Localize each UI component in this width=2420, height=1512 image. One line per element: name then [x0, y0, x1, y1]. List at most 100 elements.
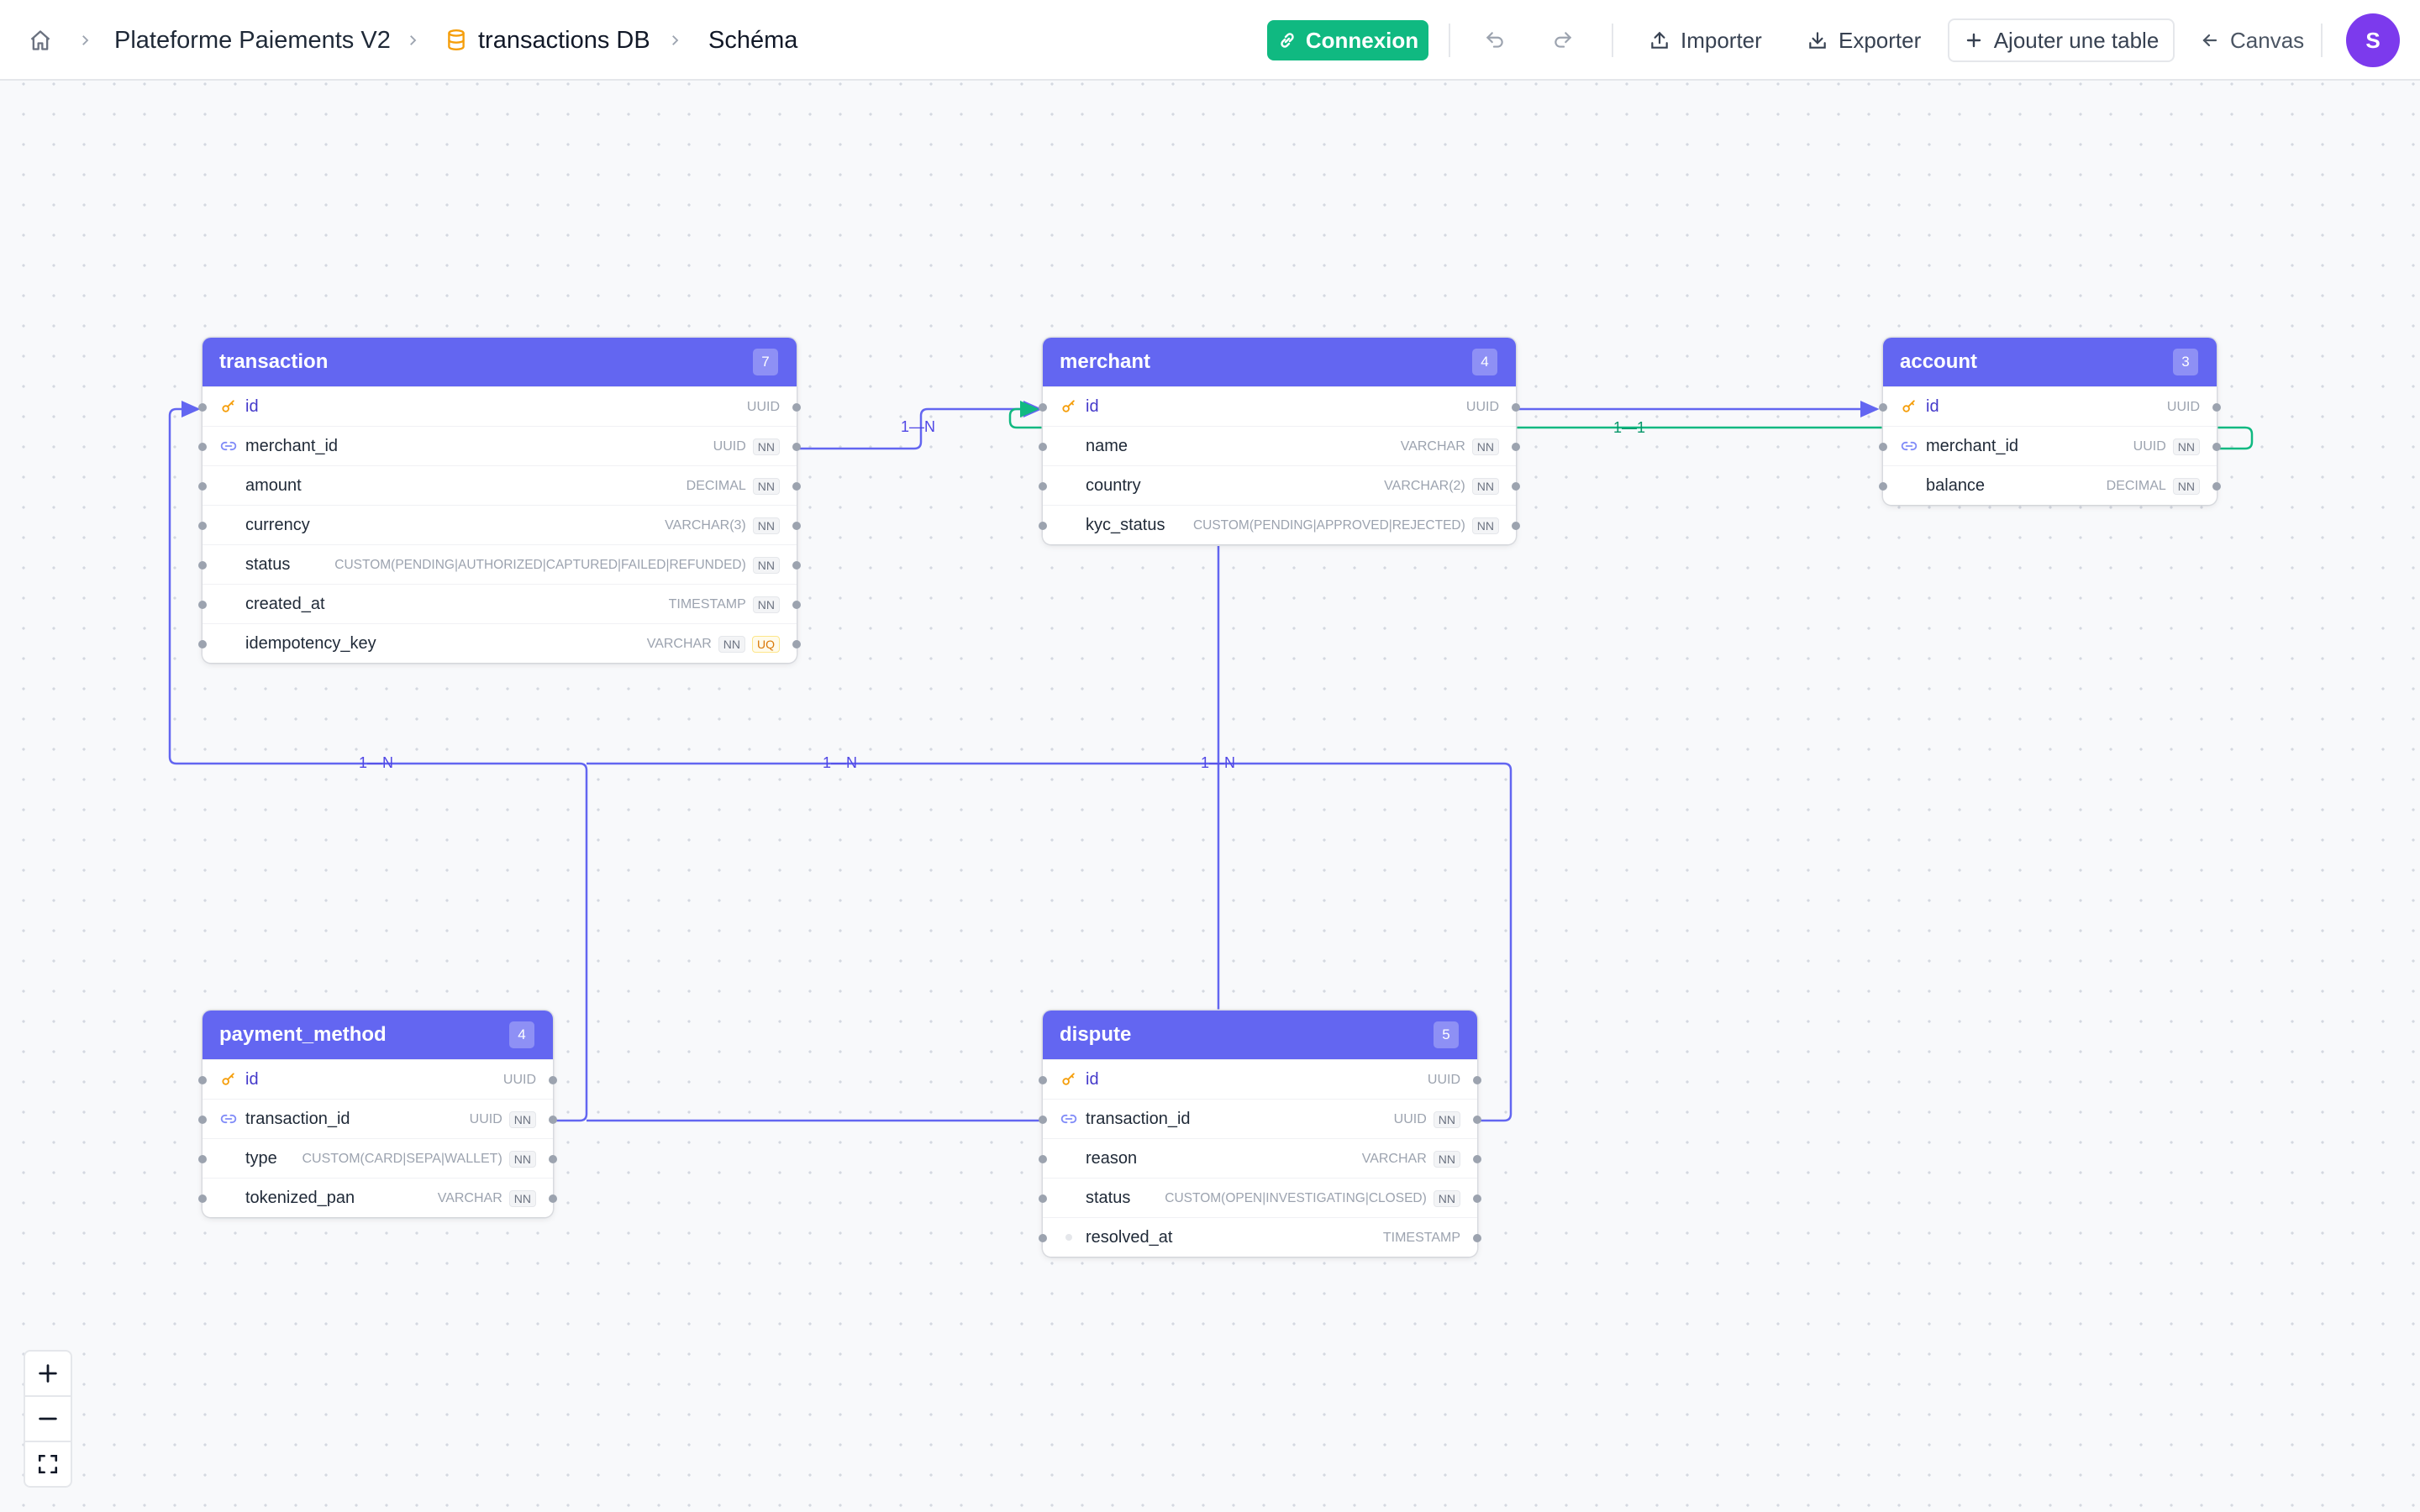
connection-port[interactable]	[1039, 1076, 1047, 1084]
connection-port[interactable]	[549, 1076, 557, 1084]
connection-port[interactable]	[792, 403, 801, 412]
table-merchant[interactable]: merchant 4 id UUID name VARCHAR NN countr…	[1039, 338, 1520, 544]
connection-port[interactable]	[1039, 1116, 1047, 1124]
table-row[interactable]: created_at TIMESTAMP NN	[198, 584, 801, 623]
connection-port[interactable]	[549, 1194, 557, 1203]
connection-port[interactable]	[1512, 403, 1520, 412]
connection-port[interactable]	[198, 640, 207, 648]
connection-port[interactable]	[1039, 403, 1047, 412]
connection-port[interactable]	[1039, 522, 1047, 530]
table-row[interactable]: type CUSTOM(CARD|SEPA|WALLET) NN	[198, 1138, 557, 1178]
column-count-badge: 3	[2173, 349, 2198, 375]
connection-port[interactable]	[198, 443, 207, 451]
table-row[interactable]: status CUSTOM(OPEN|INVESTIGATING|CLOSED)…	[1039, 1178, 1481, 1217]
connection-port[interactable]	[1879, 482, 1887, 491]
column-name: tokenized_pan	[245, 1189, 355, 1207]
minus-icon[interactable]	[25, 1395, 71, 1441]
connection-port[interactable]	[792, 522, 801, 530]
connection-port[interactable]	[1879, 403, 1887, 412]
connection-port[interactable]	[549, 1155, 557, 1163]
connection-port[interactable]	[1473, 1076, 1481, 1084]
connection-port[interactable]	[1039, 1155, 1047, 1163]
connection-port[interactable]	[792, 561, 801, 570]
connection-port[interactable]	[792, 601, 801, 609]
table-row[interactable]: merchant_id UUID NN	[198, 426, 801, 465]
connection-port[interactable]	[1039, 1194, 1047, 1203]
table-row[interactable]: reason VARCHAR NN	[1039, 1138, 1481, 1178]
connection-port[interactable]	[198, 522, 207, 530]
connection-port[interactable]	[1039, 1234, 1047, 1242]
fit-view-icon[interactable]	[25, 1441, 71, 1486]
table-row[interactable]: transaction_id UUID NN	[198, 1099, 557, 1138]
key-icon	[1900, 397, 1918, 416]
table-header[interactable]: transaction 7	[203, 338, 797, 386]
connection-port[interactable]	[549, 1116, 557, 1124]
table-row[interactable]: amount DECIMAL NN	[198, 465, 801, 505]
connection-port[interactable]	[1473, 1234, 1481, 1242]
table-row[interactable]: country VARCHAR(2) NN	[1039, 465, 1520, 505]
link-icon	[219, 1110, 238, 1128]
table-dispute[interactable]: dispute 5 id UUID transaction_id UUID NN …	[1039, 1011, 1481, 1257]
connection-port[interactable]	[792, 482, 801, 491]
connection-port[interactable]	[198, 601, 207, 609]
connection-port[interactable]	[1512, 482, 1520, 491]
connection-port[interactable]	[792, 443, 801, 451]
connection-port[interactable]	[1473, 1116, 1481, 1124]
table-row[interactable]: id UUID	[198, 386, 801, 426]
connection-port[interactable]	[1473, 1194, 1481, 1203]
table-row[interactable]: balance DECIMAL NN	[1879, 465, 2221, 505]
connection-port[interactable]	[198, 561, 207, 570]
table-row[interactable]: currency VARCHAR(3) NN	[198, 505, 801, 544]
not-null-badge: NN	[1471, 517, 1499, 534]
not-null-badge: NN	[508, 1150, 536, 1168]
not-null-badge: NN	[1471, 477, 1499, 495]
connection-port[interactable]	[198, 482, 207, 491]
connection-port[interactable]	[198, 1116, 207, 1124]
table-payment-method[interactable]: payment_method 4 id UUID transaction_id …	[198, 1011, 557, 1217]
connection-port[interactable]	[198, 1194, 207, 1203]
connection-port[interactable]	[198, 403, 207, 412]
plus-icon[interactable]	[25, 1352, 71, 1395]
not-null-badge: NN	[1433, 1150, 1460, 1168]
connection-port[interactable]	[198, 1076, 207, 1084]
table-row[interactable]: tokenized_pan VARCHAR NN	[198, 1178, 557, 1217]
column-type: VARCHAR(2)	[1384, 478, 1465, 493]
table-row[interactable]: id UUID	[198, 1059, 557, 1099]
table-row[interactable]: id UUID	[1039, 1059, 1481, 1099]
column-name: status	[245, 555, 291, 574]
connection-port[interactable]	[792, 640, 801, 648]
relation-label: 1—N	[1201, 754, 1236, 771]
table-header[interactable]: payment_method 4	[203, 1011, 553, 1059]
column-type: VARCHAR	[1361, 1151, 1427, 1166]
column-type: DECIMAL	[2106, 478, 2166, 493]
connection-port[interactable]	[1879, 443, 1887, 451]
connection-port[interactable]	[1039, 443, 1047, 451]
table-row[interactable]: name VARCHAR NN	[1039, 426, 1520, 465]
connection-port[interactable]	[1039, 482, 1047, 491]
connection-port[interactable]	[1473, 1155, 1481, 1163]
table-account[interactable]: account 3 id UUID merchant_id UUID NN bal…	[1879, 338, 2221, 505]
table-row[interactable]: id UUID	[1039, 386, 1520, 426]
table-row[interactable]: idempotency_key VARCHAR NN UQ	[198, 623, 801, 663]
not-null-badge: NN	[752, 438, 780, 455]
column-name: id	[245, 1070, 259, 1089]
column-type: UUID	[502, 1072, 536, 1087]
table-header[interactable]: merchant 4	[1043, 338, 1516, 386]
table-header[interactable]: dispute 5	[1043, 1011, 1477, 1059]
not-null-badge: NN	[718, 635, 745, 653]
table-row[interactable]: id UUID	[1879, 386, 2221, 426]
table-row[interactable]: status CUSTOM(PENDING|AUTHORIZED|CAPTURE…	[198, 544, 801, 584]
table-header[interactable]: account 3	[1883, 338, 2217, 386]
table-transaction[interactable]: transaction 7 id UUID merchant_id UUID NN…	[198, 338, 801, 663]
connection-port[interactable]	[2212, 443, 2221, 451]
connection-port[interactable]	[1512, 443, 1520, 451]
connection-port[interactable]	[2212, 482, 2221, 491]
table-row[interactable]: merchant_id UUID NN	[1879, 426, 2221, 465]
table-row[interactable]: transaction_id UUID NN	[1039, 1099, 1481, 1138]
connection-port[interactable]	[198, 1155, 207, 1163]
connection-port[interactable]	[2212, 403, 2221, 412]
column-name: country	[1086, 476, 1141, 495]
table-row[interactable]: kyc_status CUSTOM(PENDING|APPROVED|REJEC…	[1039, 505, 1520, 544]
table-row[interactable]: resolved_at TIMESTAMP	[1039, 1217, 1481, 1257]
connection-port[interactable]	[1512, 522, 1520, 530]
